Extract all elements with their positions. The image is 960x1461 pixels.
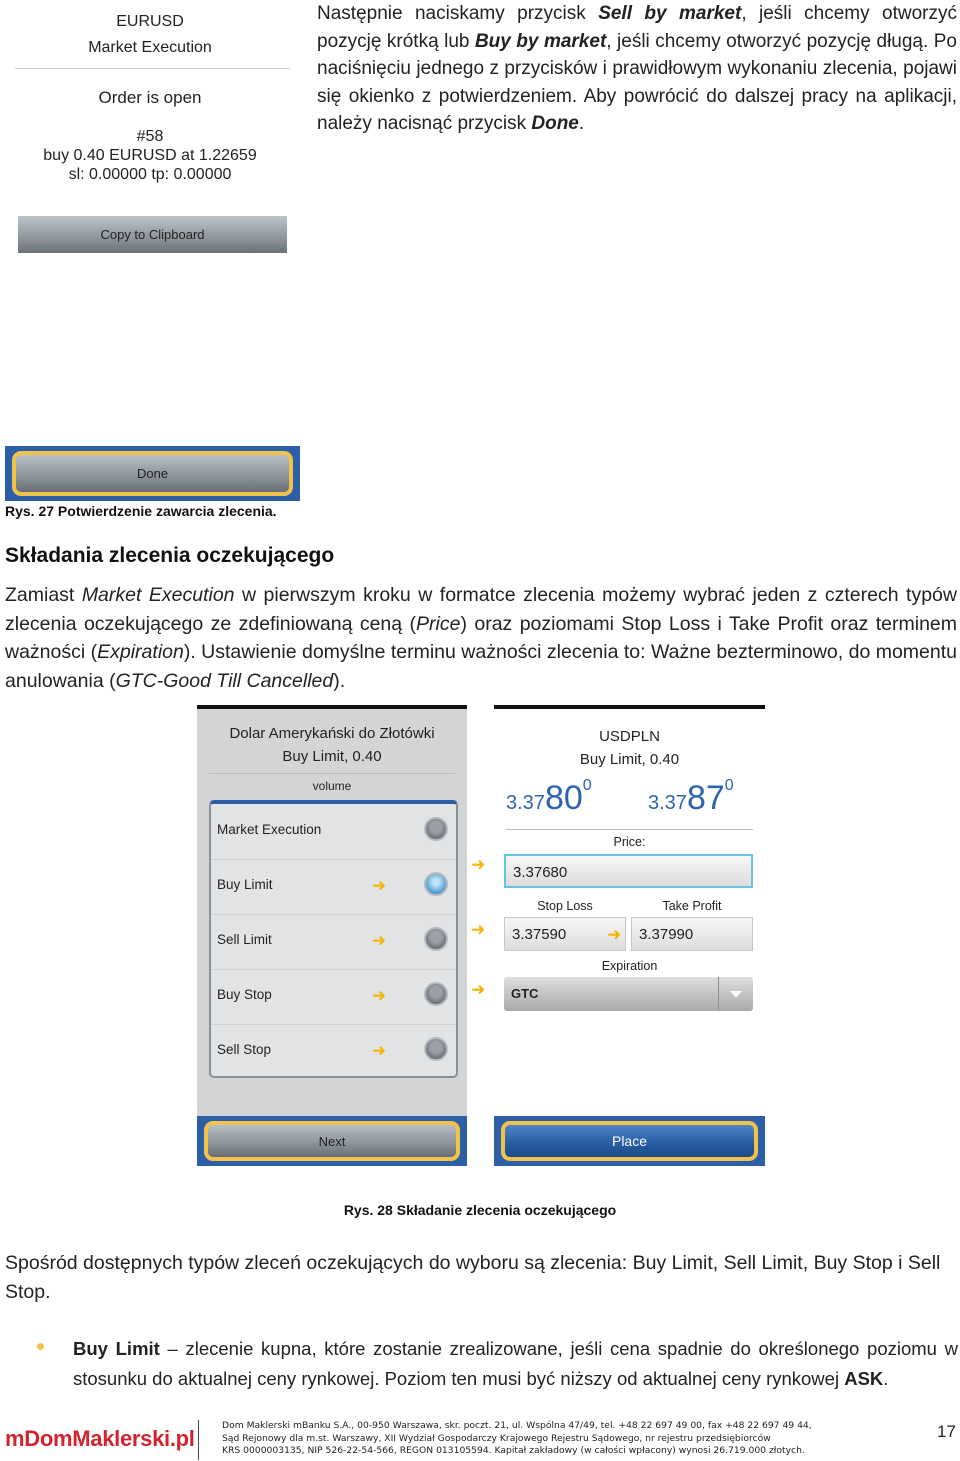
take-profit-input[interactable]: 3.37990 — [631, 917, 753, 951]
expiration-label: Expiration — [601, 959, 658, 973]
radio-button[interactable] — [424, 982, 448, 1006]
order-type-market-execution[interactable]: Market Execution — [211, 804, 456, 860]
figure-28-caption: Rys. 28 Składanie zlecenia oczekującego — [343, 1202, 617, 1218]
section-paragraph: Zamiast Market Execution w pierwszym kro… — [5, 584, 958, 692]
option-label: Sell Stop — [217, 1042, 272, 1057]
option-label: Buy Stop — [217, 987, 272, 1002]
instrument-name: Dolar Amerykański do Złotówki — [229, 725, 435, 742]
order-line: buy 0.40 EURUSD at 1.22659 — [43, 147, 257, 164]
dialog-divider — [15, 68, 290, 69]
symbol-name: USDPLN — [599, 728, 660, 745]
arrow-right-icon: ➜ — [471, 980, 486, 999]
order-type-buy-limit[interactable]: Buy Limit ➜ — [211, 859, 456, 915]
figure-27-caption: Rys. 27 Potwierdzenie zawarcia zlecenia. — [5, 503, 277, 519]
footer-line: Sąd Rejonowy dla m.st. Warszawy, XII Wyd… — [222, 1432, 771, 1444]
divider — [506, 829, 753, 830]
order-type-sell-limit[interactable]: Sell Limit ➜ — [211, 914, 456, 970]
bullet-icon — [37, 1343, 44, 1350]
option-label: Market Execution — [217, 822, 322, 837]
option-label: Sell Limit — [217, 932, 272, 947]
chevron-down-icon[interactable] — [718, 977, 753, 1011]
footer-line: KRS 0000003135, NIP 526-22-54-566, REGON… — [222, 1445, 805, 1456]
order-type-list: Market Execution Buy Limit ➜ Sell Limit … — [209, 800, 458, 1078]
volume-label: volume — [312, 779, 352, 793]
arrow-right-icon: ➜ — [371, 986, 386, 1005]
dialog-execution-type: Market Execution — [88, 39, 212, 56]
expiration-select[interactable]: GTC — [504, 977, 753, 1011]
page-number: 17 — [937, 1422, 956, 1441]
order-subtitle: Buy Limit, 0.40 — [282, 748, 382, 765]
expiration-value: GTC — [511, 986, 539, 1001]
footer-divider — [198, 1420, 199, 1460]
arrow-right-icon: ➜ — [371, 1041, 386, 1060]
ask-price: 3.37870 — [648, 777, 734, 817]
dialog-symbol: EURUSD — [116, 13, 184, 30]
place-button-bar: Place — [494, 1116, 765, 1166]
arrow-right-icon: ➜ — [471, 920, 486, 939]
bid-price: 3.37800 — [506, 777, 592, 817]
order-type-sell-stop[interactable]: Sell Stop ➜ — [211, 1024, 456, 1079]
footer-legal-text: Dom Maklerski mBanku S.A., 00-950 Warsza… — [222, 1420, 893, 1458]
order-details: #58 buy 0.40 EURUSD at 1.22659 sl: 0.000… — [0, 127, 300, 184]
copy-to-clipboard-button[interactable]: Copy to Clipboard — [18, 216, 287, 253]
arrow-right-icon: ➜ — [471, 855, 486, 874]
next-button-bar: Next — [197, 1116, 467, 1166]
pending-order-screen: USDPLN Buy Limit, 0.40 3.37800 3.37870 P… — [494, 705, 765, 1166]
sl-tp-line: sl: 0.00000 tp: 0.00000 — [68, 166, 232, 183]
buy-limit-definition: Buy Limit – zlecenie kupna, które zostan… — [73, 1338, 959, 1389]
done-button[interactable]: Done — [12, 451, 293, 496]
done-button-bar: Done — [5, 446, 300, 501]
place-button[interactable]: Place — [501, 1121, 758, 1161]
take-profit-label: Take Profit — [662, 899, 722, 913]
arrow-right-icon: ➜ — [371, 876, 386, 895]
price-input[interactable]: 3.37680 — [504, 854, 753, 888]
order-type-buy-stop[interactable]: Buy Stop ➜ — [211, 969, 456, 1025]
next-button[interactable]: Next — [204, 1121, 460, 1161]
order-type-screen: Dolar Amerykański do Złotówki Buy Limit,… — [197, 705, 467, 1166]
order-id: #58 — [136, 128, 164, 145]
price-label: Price: — [613, 835, 646, 849]
radio-button-selected[interactable] — [424, 872, 448, 896]
footer-line: Dom Maklerski mBanku S.A., 00-950 Warsza… — [222, 1420, 812, 1431]
stop-loss-label: Stop Loss — [537, 899, 593, 913]
dialog-status: Order is open — [98, 88, 202, 107]
option-label: Buy Limit — [217, 877, 273, 892]
order-subtitle: Buy Limit, 0.40 — [579, 751, 680, 768]
radio-button[interactable] — [424, 1037, 448, 1061]
order-types-paragraph: Spośród dostępnych typów zleceń oczekują… — [5, 1252, 941, 1303]
radio-button[interactable] — [424, 927, 448, 951]
arrow-right-icon: ➜ — [371, 931, 386, 950]
brand-logo: mDomMaklerski.pl — [5, 1426, 195, 1451]
arrow-right-icon: ➜ — [607, 925, 622, 944]
intro-paragraph: Następnie naciskamy przycisk Sell by mar… — [317, 3, 957, 134]
divider — [209, 773, 455, 774]
radio-button[interactable] — [424, 817, 448, 841]
section-heading: Składania zlecenia oczekującego — [5, 544, 335, 567]
